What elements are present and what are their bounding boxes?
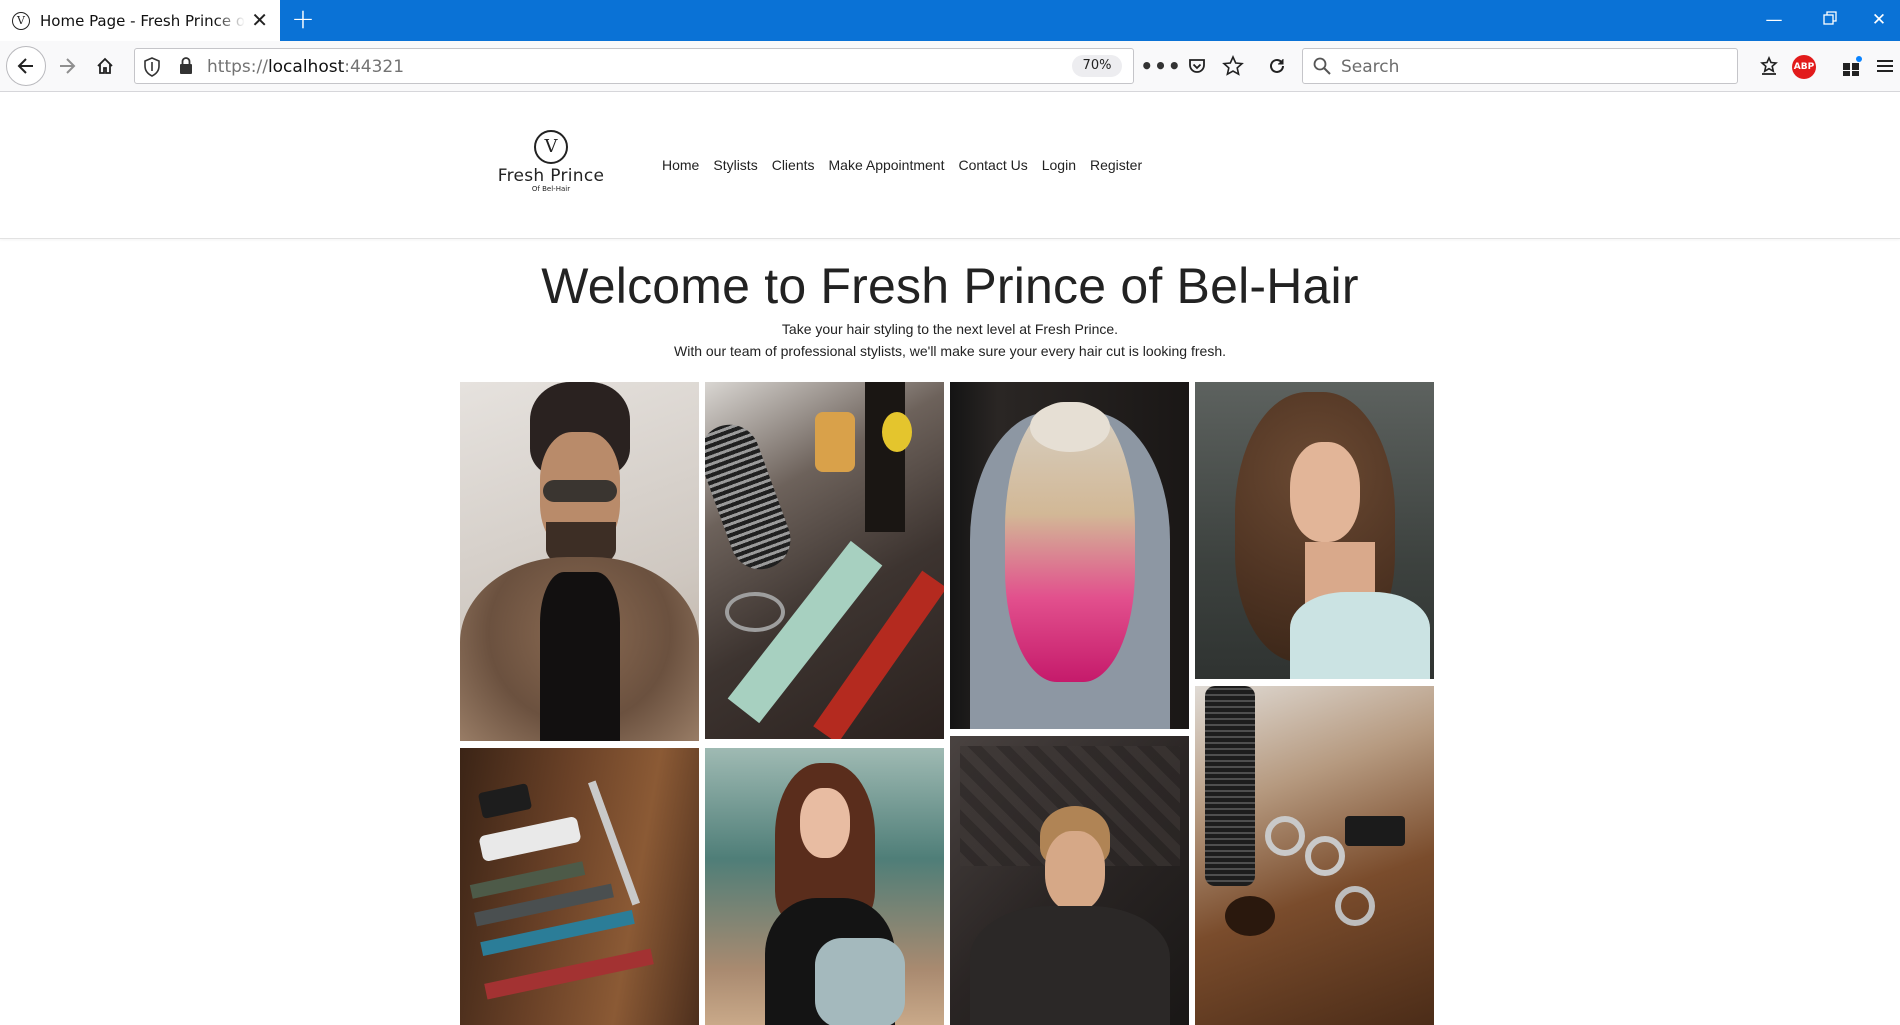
page-actions-menu-icon[interactable]: •••	[1140, 47, 1180, 85]
nav-clients[interactable]: Clients	[772, 157, 815, 173]
search-bar[interactable]: Search	[1302, 48, 1738, 84]
browser-toolbar: https://localhost:44321 70% ••• Search A…	[0, 41, 1900, 92]
url-text[interactable]: https://localhost:44321	[207, 57, 404, 77]
reload-icon[interactable]	[1258, 47, 1296, 85]
browser-tab-active[interactable]: V Home Page - Fresh Prince of Bel-Hair ✕	[0, 0, 280, 41]
tab-title: Home Page - Fresh Prince of Bel-Hair	[40, 11, 245, 30]
gallery-photo-pink-blonde-hair[interactable]	[950, 382, 1189, 729]
gallery-photo-combs-and-clippers[interactable]	[460, 748, 699, 1025]
new-tab-icon[interactable]: +	[288, 5, 318, 35]
web-page: V Fresh Prince Of Bel-Hair Home Stylists…	[0, 92, 1900, 1025]
zoom-level-badge[interactable]: 70%	[1072, 55, 1122, 77]
site-logo[interactable]: V Fresh Prince Of Bel-Hair	[490, 130, 612, 193]
nav-stylists[interactable]: Stylists	[713, 157, 757, 173]
search-icon	[1313, 57, 1331, 75]
back-arrow-icon	[17, 58, 33, 74]
site-header: V Fresh Prince Of Bel-Hair Home Stylists…	[0, 92, 1900, 239]
gallery-photo-hair-tools-table[interactable]	[705, 382, 944, 739]
extensions-icon[interactable]	[1833, 47, 1871, 85]
gallery-photo-curly-hair-woman[interactable]	[1195, 382, 1434, 679]
url-host: localhost	[267, 57, 345, 77]
url-port: :44321	[344, 57, 405, 77]
forward-arrow-icon	[60, 58, 76, 74]
nav-register[interactable]: Register	[1090, 157, 1142, 173]
library-icon[interactable]	[1750, 47, 1788, 85]
browser-tab-bar: V Home Page - Fresh Prince of Bel-Hair ✕…	[0, 0, 1900, 41]
home-icon	[97, 57, 113, 74]
bookmark-star-icon[interactable]	[1214, 47, 1252, 85]
back-button[interactable]	[6, 46, 46, 86]
site-favicon-icon: V	[12, 11, 30, 30]
hero-tagline: Take your hair styling to the next level…	[781, 321, 1119, 337]
nav-contact-us[interactable]: Contact Us	[958, 157, 1027, 173]
gallery-photo-woman-outdoors[interactable]	[705, 748, 944, 1025]
nav-login[interactable]: Login	[1042, 157, 1076, 173]
logo-subtitle: Of Bel-Hair	[531, 185, 571, 193]
gallery-photo-man-fur-coat[interactable]	[460, 382, 699, 741]
nav-home[interactable]: Home	[662, 157, 699, 173]
logo-name: Fresh Prince	[497, 166, 605, 186]
hero-description: With our team of professional stylists, …	[674, 343, 1226, 359]
pocket-icon[interactable]	[1178, 47, 1216, 85]
close-window-icon[interactable]: ✕	[1858, 0, 1900, 41]
minimize-window-icon[interactable]: —	[1746, 0, 1802, 41]
home-button[interactable]	[86, 47, 124, 85]
search-placeholder: Search	[1341, 57, 1400, 77]
gallery-photo-man-graffiti-wall[interactable]	[950, 736, 1189, 1025]
restore-window-icon[interactable]	[1802, 0, 1858, 41]
gallery-photo-scissors-and-brush[interactable]	[1195, 686, 1434, 1025]
nav-make-appointment[interactable]: Make Appointment	[829, 157, 945, 173]
adblock-plus-icon[interactable]: ABP	[1792, 55, 1816, 79]
logo-mark: V	[534, 130, 568, 164]
tracking-protection-shield-icon[interactable]	[143, 57, 161, 77]
tab-close-icon[interactable]: ✕	[251, 8, 268, 32]
url-bar[interactable]: https://localhost:44321	[134, 48, 1134, 84]
hamburger-menu-icon[interactable]	[1870, 47, 1900, 85]
url-scheme: https://	[207, 57, 268, 77]
page-title: Welcome to Fresh Prince of Bel-Hair	[541, 258, 1359, 314]
lock-icon[interactable]	[179, 57, 193, 75]
main-nav: Home Stylists Clients Make Appointment C…	[662, 157, 1142, 173]
forward-button[interactable]	[48, 47, 86, 85]
